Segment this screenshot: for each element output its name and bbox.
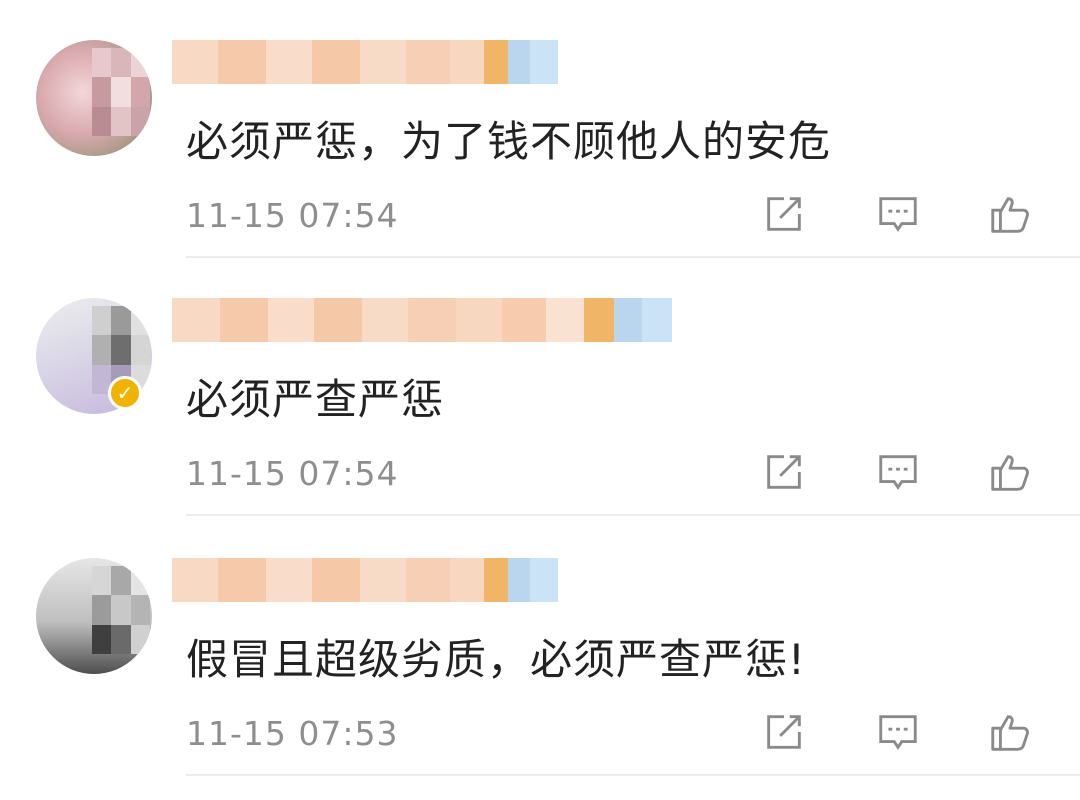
thumbs-up-icon <box>991 197 1029 233</box>
thumbs-up-icon <box>991 455 1029 491</box>
share-icon <box>767 715 801 749</box>
share-button[interactable] <box>760 190 808 238</box>
comment-icon <box>879 197 917 232</box>
verified-badge: ✓ <box>108 376 142 410</box>
timestamp: 11-15 07:53 <box>186 714 399 753</box>
like-button[interactable] <box>986 708 1034 756</box>
avatar-pixelation <box>92 48 150 136</box>
share-button[interactable] <box>760 708 808 756</box>
timestamp: 11-15 07:54 <box>186 196 399 235</box>
comment-text: 必须严惩，为了钱不顾他人的安危 <box>186 117 832 166</box>
share-button[interactable] <box>760 448 808 496</box>
timestamp: 11-15 07:54 <box>186 454 399 493</box>
reply-button[interactable] <box>874 708 922 756</box>
comment-icon <box>879 455 917 490</box>
reply-button[interactable] <box>874 190 922 238</box>
comment-item: 假冒且超级劣质，必须严查严惩! 11-15 07:53 <box>0 518 1080 776</box>
username-blurred[interactable] <box>172 40 558 84</box>
reply-button[interactable] <box>874 448 922 496</box>
comment-text: 必须严查严惩 <box>186 375 445 424</box>
avatar-pixelation <box>92 566 150 654</box>
comment-item: ✓ 必须严查严惩 11-15 07:54 <box>0 258 1080 516</box>
thumbs-up-icon <box>991 715 1029 751</box>
share-icon <box>767 455 801 489</box>
divider <box>186 774 1080 776</box>
avatar[interactable] <box>36 40 152 156</box>
comment-item: 必须严惩，为了钱不顾他人的安危 11-15 07:54 <box>0 0 1080 258</box>
share-icon <box>767 197 801 231</box>
avatar[interactable] <box>36 558 152 674</box>
comment-text: 假冒且超级劣质，必须严查严惩! <box>186 635 806 684</box>
username-blurred[interactable] <box>172 558 558 602</box>
username-blurred[interactable] <box>172 298 672 342</box>
divider <box>186 514 1080 516</box>
like-button[interactable] <box>986 190 1034 238</box>
comment-icon <box>879 715 917 750</box>
like-button[interactable] <box>986 448 1034 496</box>
